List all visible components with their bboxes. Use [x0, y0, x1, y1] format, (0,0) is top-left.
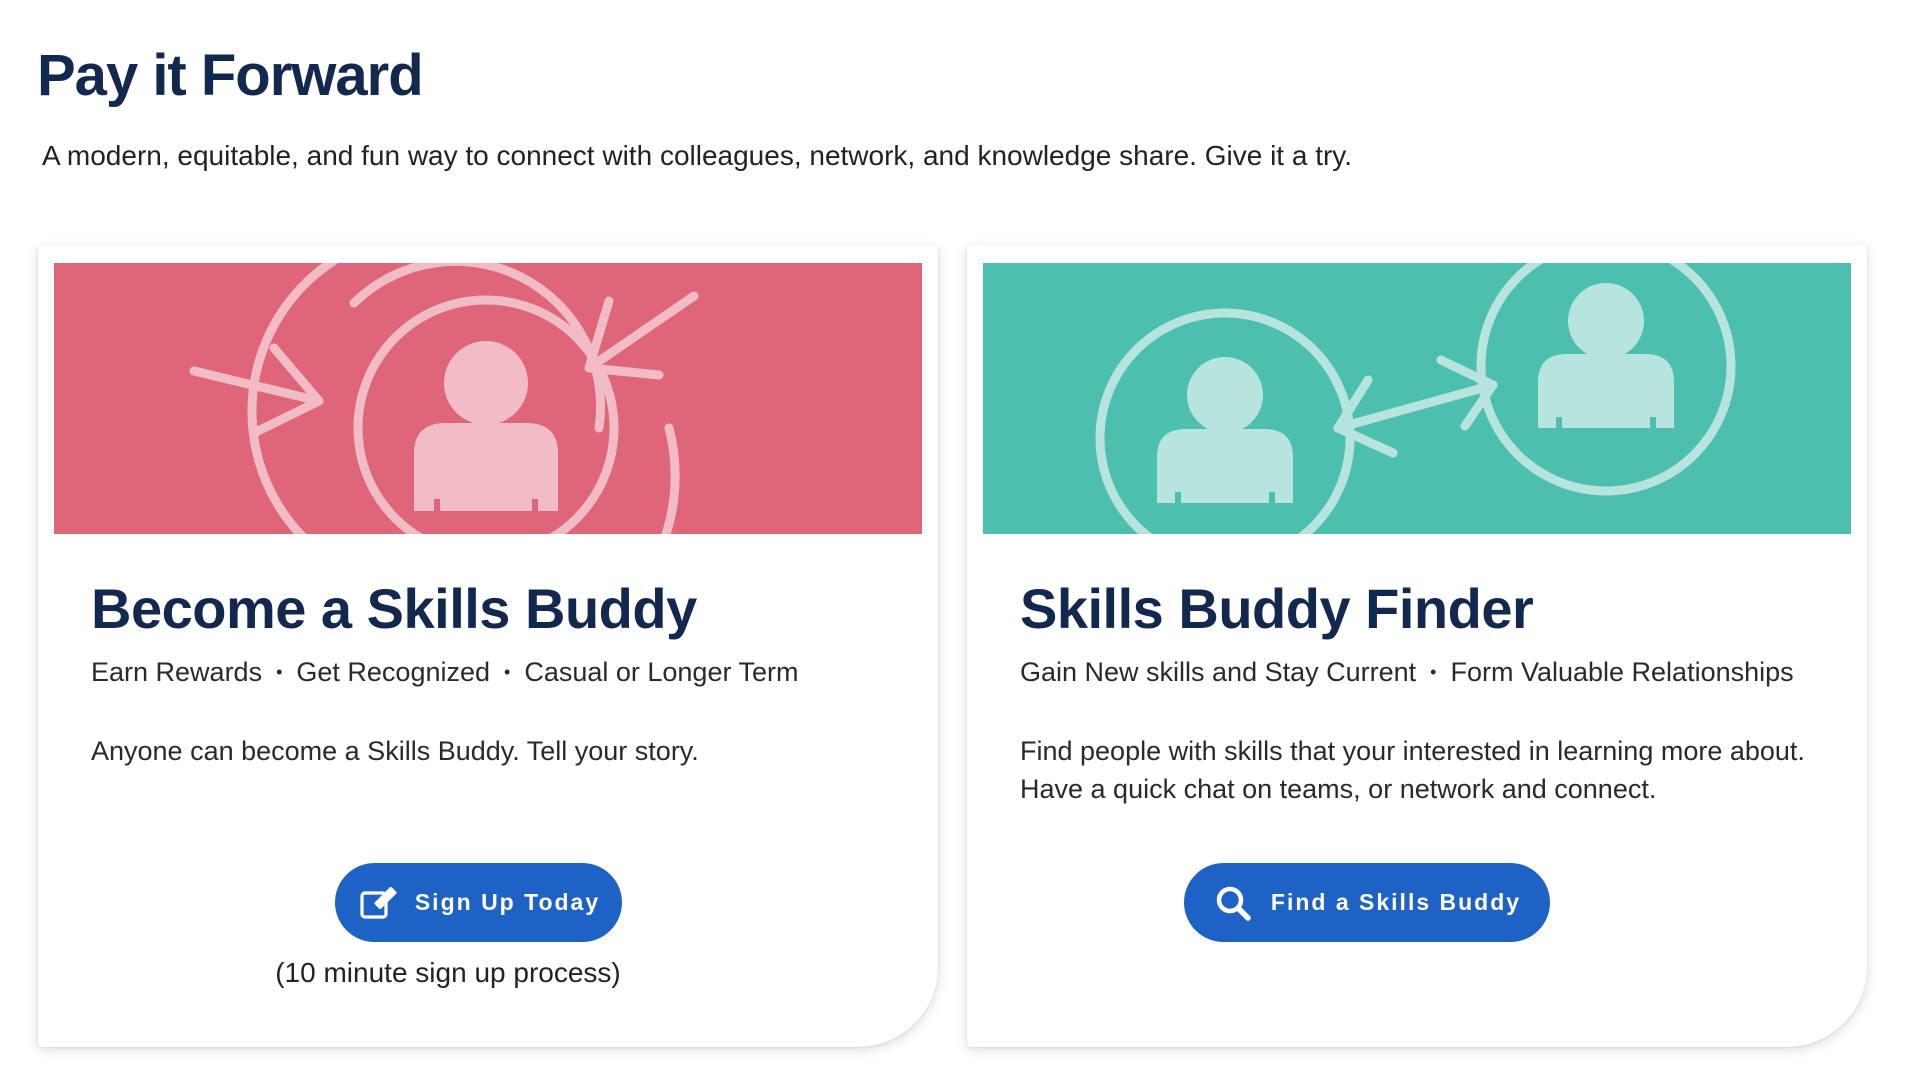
card-description: Find people with skills that your intere…: [1020, 732, 1840, 808]
card-title: Skills Buddy Finder: [1020, 577, 1534, 640]
edit-icon: [357, 883, 397, 923]
bullet-separator: •: [276, 662, 283, 682]
find-skills-buddy-button[interactable]: Find a Skills Buddy: [1184, 863, 1550, 942]
card-tags: Gain New skills and Stay Current • Form Va…: [1020, 655, 1794, 689]
bullet-separator: •: [504, 662, 511, 682]
card-title: Become a Skills Buddy: [91, 577, 697, 640]
page: Pay it Forward A modern, equitable, and …: [0, 0, 1910, 1090]
buddy-finder-banner: [983, 263, 1851, 534]
tag: Get Recognized: [296, 657, 491, 687]
sign-up-today-button[interactable]: Sign Up Today: [335, 863, 622, 942]
card-description: Anyone can become a Skills Buddy. Tell y…: [91, 736, 699, 766]
become-skills-buddy-card: Become a Skills Buddy Earn Rewards • Get R…: [38, 245, 938, 1047]
skills-buddy-finder-card: Skills Buddy Finder Gain New skills and …: [967, 245, 1867, 1047]
tag: Earn Rewards: [91, 657, 263, 687]
search-icon: [1213, 883, 1253, 923]
button-label: Sign Up Today: [414, 889, 601, 915]
signup-process-note: (10 minute sign up process): [275, 957, 621, 988]
tag: Gain New skills and Stay Current: [1020, 657, 1417, 687]
description-line: Find people with skills that your intere…: [1020, 736, 1805, 766]
button-label: Find a Skills Buddy: [1270, 889, 1522, 915]
card-tags: Earn Rewards • Get Recognized • Casual or Lo…: [91, 655, 798, 689]
person-incoming-arrows-illustration: [54, 263, 922, 534]
bullet-separator: •: [1430, 662, 1437, 682]
description-line: Have a quick chat on teams, or network a…: [1020, 774, 1657, 804]
page-subtitle: A modern, equitable, and fun way to conn…: [42, 140, 1353, 171]
tag: Form Valuable Relationships: [1450, 657, 1794, 687]
tag: Casual or Longer Term: [524, 657, 799, 687]
become-buddy-banner: [54, 263, 922, 534]
two-people-connected-arrows-illustration: [983, 263, 1851, 534]
page-title: Pay it Forward: [37, 43, 424, 108]
